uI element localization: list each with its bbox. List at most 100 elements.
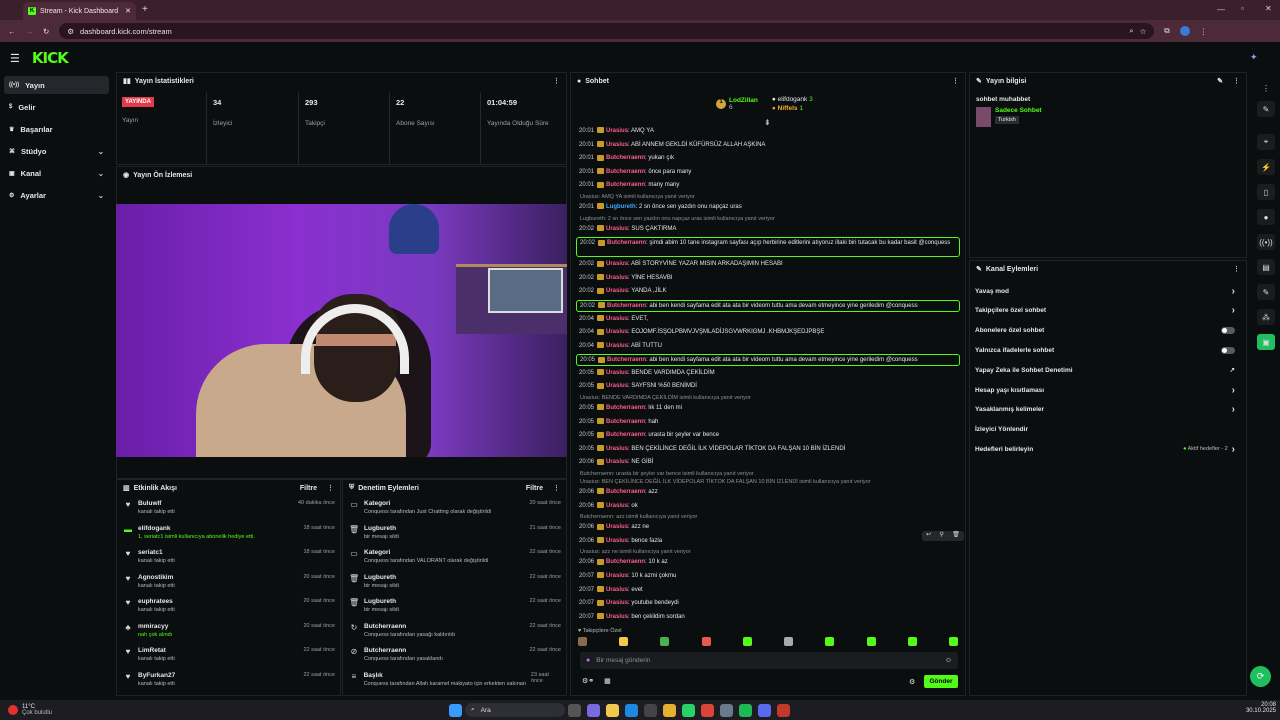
emote-icon[interactable] [907, 637, 917, 646]
emote-icon[interactable] [578, 637, 587, 646]
emote-icon[interactable] [866, 637, 876, 646]
chevron-right-icon[interactable]: › [1232, 305, 1235, 316]
rail-wrench-icon[interactable]: ✎ [1257, 284, 1275, 300]
reply-icon[interactable]: ↩ [926, 531, 931, 541]
msg-user[interactable]: Butcherraenn [606, 489, 645, 495]
msg-user[interactable]: Urasius [606, 614, 628, 620]
app-icon[interactable] [587, 703, 600, 717]
chat-message[interactable]: 20:04 Urasius: EVET, [576, 314, 960, 324]
clock[interactable]: 20:08 30.10.2025 [1240, 702, 1276, 714]
msg-user[interactable]: Urasius [606, 600, 628, 606]
chat-message[interactable]: 20:01 Urasius: AMQ YA [576, 126, 960, 136]
sidebar-item-5[interactable]: ⚙ Ayarlar ⌄ [4, 186, 109, 204]
mod-row[interactable]: ▭ Kategori Conquess tarafından VALORANT ol… [343, 549, 567, 573]
task-view-icon[interactable] [568, 703, 581, 717]
mod-row[interactable]: ≡ Başlık Conquess tarafından Allah karamel… [343, 672, 567, 696]
rail-list-icon[interactable]: ▤ [1257, 259, 1275, 275]
forward-icon[interactable]: → [26, 27, 34, 36]
gifter-name[interactable]: elifdogank [778, 96, 808, 103]
app-icon-red[interactable] [777, 703, 790, 717]
category-name[interactable]: Sadece Sohbet [995, 107, 1042, 114]
support-chat-icon[interactable]: ⟳ [1250, 666, 1271, 687]
msg-user[interactable]: Butcherraenn [606, 155, 645, 161]
sidebar-item-2[interactable]: ♛ Başarılar [4, 120, 109, 138]
chevron-right-icon[interactable]: › [1232, 385, 1235, 396]
chat-message[interactable]: 20:04 Urasius: EOJOMF.İSŞOLPBMVJVŞMLADİJS… [576, 327, 960, 337]
edge-icon[interactable] [625, 703, 638, 717]
browser-menu-icon[interactable]: ⋮ [1200, 27, 1208, 36]
chat-message[interactable]: 20:05 Urasius: BENDE VARDIMDA ÇEKİLDİM [576, 368, 960, 378]
sidebar-item-4[interactable]: ▣ Kanal ⌄ [4, 164, 109, 182]
msg-user[interactable]: Lugbureth [606, 204, 636, 210]
chat-message[interactable]: 20:01 Butcherraenn: many many [576, 180, 960, 190]
chat-input[interactable]: ● Bir mesaj gönderin ☺ [580, 652, 958, 669]
sparkle-icon[interactable]: ✦ [1250, 52, 1258, 63]
extensions-icon[interactable]: ⧉ [1164, 26, 1169, 36]
msg-user[interactable]: Butcherraenn [606, 419, 645, 425]
chat-message[interactable]: 20:01 Butcherraenn: yukarı çık [576, 153, 960, 163]
chat-message[interactable]: 20:06 Butcherraenn: 10 k az [576, 557, 960, 567]
kick-logo[interactable]: KICK [32, 49, 69, 67]
msg-user[interactable]: Butcherraenn [606, 405, 645, 411]
chat-message[interactable]: 20:05 Butcherraenn: hah [576, 417, 960, 427]
mic-icon[interactable]: ● [586, 657, 590, 664]
chevron-right-icon[interactable]: › [1232, 444, 1235, 455]
rail-menu-icon[interactable]: ⋮ [1257, 80, 1275, 96]
msg-user[interactable]: Urasius [606, 316, 628, 322]
whatsapp-icon[interactable] [682, 703, 695, 717]
msg-user[interactable]: Butcherraenn [607, 303, 646, 309]
mod-row[interactable]: ↻ Butcherraenn Conquess tarafından yasağı … [343, 623, 567, 647]
msg-user[interactable]: Urasius [606, 226, 628, 232]
stats-menu-icon[interactable]: ⋮ [553, 77, 560, 85]
chat-message[interactable]: 20:01 Lugbureth: 2 sn önce sen yazdın onu… [576, 202, 960, 212]
chat-message[interactable]: 20:06 Urasius: ok [576, 501, 960, 511]
msg-user[interactable]: Urasius [606, 573, 628, 579]
chat-message[interactable]: 20:06 Urasius: azz ne [576, 522, 960, 532]
rail-edit-icon[interactable]: ✎ [1257, 101, 1275, 117]
msg-user[interactable]: Butcherraenn [606, 432, 645, 438]
spotify-icon[interactable] [739, 703, 752, 717]
channel-action[interactable]: Abonelere özel sohbet [970, 321, 1240, 341]
window-close-icon[interactable]: ✕ [1265, 4, 1272, 13]
store-icon[interactable] [644, 703, 657, 717]
pin-icon[interactable]: ⚲ [940, 531, 944, 541]
actions-menu-icon[interactable]: ⋮ [1233, 265, 1240, 273]
chevron-right-icon[interactable]: › [1232, 286, 1235, 297]
mod-row[interactable]: 🗑 Lugbureth bir mesajı sildi 22 saat önce [343, 574, 567, 598]
msg-user[interactable]: Urasius [606, 329, 628, 335]
emote-icon[interactable] [619, 637, 629, 646]
settings-app-icon[interactable] [720, 703, 733, 717]
channel-action[interactable]: Takipçilere özel sohbet › [970, 301, 1240, 321]
mod-row[interactable]: ⊘ Butcherraenn Conquess tarafından yasakla… [343, 647, 567, 671]
chat-message[interactable]: 20:02 Urasius: ABİ STORYVİNE YAZAR MISIN … [576, 259, 960, 269]
msg-user[interactable]: Urasius [606, 587, 628, 593]
msg-user[interactable]: Urasius [606, 446, 628, 452]
start-icon[interactable] [449, 703, 462, 717]
tab-close-icon[interactable]: ✕ [125, 7, 131, 15]
stream-preview-video[interactable] [116, 204, 567, 457]
rail-chat-icon[interactable]: ● [1257, 209, 1275, 225]
channel-action[interactable]: Yasaklanmış kelimeler › [970, 400, 1240, 420]
chat-tool-icon[interactable]: ⚙⚭ [582, 677, 594, 685]
msg-user[interactable]: Urasius [606, 538, 628, 544]
mod-filter-button[interactable]: Filtre [526, 485, 543, 492]
taskbar-search[interactable]: ⌕ Ara [465, 703, 565, 717]
gifter-1[interactable]: 1 LodZillan 6 [716, 96, 758, 112]
emote-icon[interactable] [948, 637, 958, 646]
chat-message[interactable]: 20:07 Urasius: youtube bendeydi [576, 598, 960, 608]
chat-message[interactable]: 20:04 Urasius: ABİ TUTTU [576, 341, 960, 351]
chevron-down-icon[interactable]: ⌄ [98, 147, 104, 156]
msg-user[interactable]: Urasius [606, 288, 628, 294]
emote-icon[interactable] [825, 637, 835, 646]
rail-phone-icon[interactable]: ▯ [1257, 184, 1275, 200]
edit-info-icon[interactable]: ✎ [1217, 77, 1223, 85]
info-menu-icon[interactable]: ⋮ [1233, 77, 1240, 85]
msg-user[interactable]: Urasius [606, 459, 628, 465]
emoji-icon[interactable]: ☺ [945, 657, 952, 664]
bookmark-star-icon[interactable]: ☆ [1140, 27, 1147, 36]
chat-message[interactable]: 20:07 Urasius: 10 k azmi çokmu [576, 571, 960, 581]
rail-network-icon[interactable]: ⁂ [1257, 309, 1275, 325]
send-button[interactable]: Gönder [924, 675, 958, 688]
discord-icon[interactable] [758, 703, 771, 717]
emote-icon[interactable] [660, 637, 670, 646]
